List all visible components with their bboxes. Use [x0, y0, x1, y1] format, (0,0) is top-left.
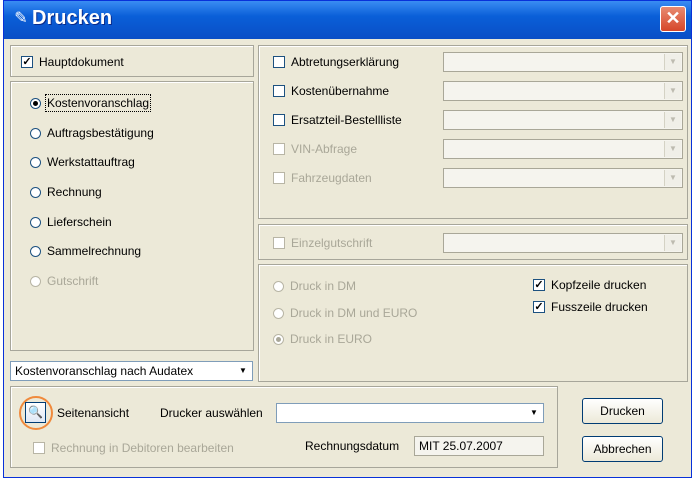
seitenansicht-label: Seitenansicht [57, 406, 130, 420]
hauptdokument-label: Hauptdokument [39, 55, 124, 69]
chevron-down-icon: ▼ [664, 170, 681, 186]
einzelgutschrift-panel: Einzelgutschrift ▼ [258, 224, 688, 260]
check-kopfzeile[interactable]: ✓ Kopfzeile drucken [533, 278, 646, 292]
check-kostenuebernahme[interactable]: Kostenübernahme [273, 84, 389, 98]
rechnungsdatum-label: Rechnungsdatum [305, 439, 400, 453]
check-label: Rechnung in Debitoren bearbeiten [51, 441, 234, 455]
title-bar[interactable]: ✎ Drucken ✕ [4, 1, 691, 39]
radio-druck-euro: Druck in EURO [273, 332, 372, 346]
radio-label: Lieferschein [47, 215, 112, 229]
printer-label: Drucker auswählen [160, 406, 263, 420]
chevron-down-icon[interactable]: ▼ [234, 363, 251, 379]
attachments-panel: Abtretungserklärung ▼ Kostenübernahme ▼ … [258, 45, 688, 219]
check-fahrzeugdaten: Fahrzeugdaten [273, 171, 372, 185]
radio-label: Druck in DM [290, 279, 357, 293]
bottom-panel: 🔍 Seitenansicht Drucker auswählen ▼ Rech… [10, 386, 558, 468]
close-button[interactable]: ✕ [660, 6, 686, 32]
check-icon: ✓ [533, 279, 545, 291]
abbrechen-button[interactable]: Abbrechen [582, 436, 663, 462]
check-label: VIN-Abfrage [291, 142, 358, 156]
check-icon: ✓ [21, 56, 33, 68]
radio-label: Rechnung [47, 185, 102, 199]
radio-label: Druck in EURO [290, 332, 373, 346]
window-title: Drucken [32, 7, 113, 29]
chevron-down-icon: ▼ [664, 235, 681, 251]
radio-label: Werkstattauftrag [47, 155, 135, 169]
radio-label: Auftragsbestätigung [47, 126, 154, 140]
abtretung-combo: ▼ [443, 52, 683, 72]
rechnungsdatum-field[interactable]: MIT 25.07.2007 [414, 436, 544, 456]
magnifier-icon: 🔍 [28, 405, 43, 419]
printer-combo[interactable]: ▼ [276, 403, 544, 423]
check-fusszeile[interactable]: ✓ Fusszeile drucken [533, 300, 648, 314]
printer-title-icon: ✎ [14, 10, 28, 27]
check-abtretungserklaerung[interactable]: Abtretungserklärung [273, 55, 399, 69]
kostenuebernahme-combo: ▼ [443, 81, 683, 101]
preview-button[interactable]: 🔍 [25, 402, 46, 423]
check-label: Einzelgutschrift [291, 236, 373, 250]
hauptdokument-checkbox[interactable]: ✓ Hauptdokument [21, 55, 124, 69]
template-combo-value: Kostenvoranschlag nach Audatex [15, 364, 194, 378]
check-label: Fusszeile drucken [551, 300, 648, 314]
check-debitoren: Rechnung in Debitoren bearbeiten [33, 441, 234, 455]
einzelgutschrift-combo: ▼ [443, 233, 683, 253]
radio-rechnung[interactable]: Rechnung [30, 185, 102, 199]
radio-label: Kostenvoranschlag [44, 94, 152, 112]
check-einzelgutschrift: Einzelgutschrift [273, 236, 372, 250]
document-type-panel: Kostenvoranschlag Auftragsbestätigung We… [10, 81, 254, 351]
check-label: Kostenübernahme [291, 84, 390, 98]
drucken-button-label: Drucken [600, 404, 645, 418]
hauptdokument-panel: ✓ Hauptdokument [10, 45, 254, 77]
chevron-down-icon: ▼ [664, 54, 681, 70]
check-label: Ersatzteil-Bestellliste [291, 113, 402, 127]
print-options-panel: Druck in DM Druck in DM und EURO Druck i… [258, 264, 688, 382]
radio-werkstattauftrag[interactable]: Werkstattauftrag [30, 155, 135, 169]
radio-auftragsbestaetigung[interactable]: Auftragsbestätigung [30, 126, 154, 140]
check-ersatzteil-bestellliste[interactable]: Ersatzteil-Bestellliste [273, 113, 402, 127]
chevron-down-icon: ▼ [664, 141, 681, 157]
radio-sammelrechnung[interactable]: Sammelrechnung [30, 244, 141, 258]
check-label: Kopfzeile drucken [551, 278, 647, 292]
radio-lieferschein[interactable]: Lieferschein [30, 215, 112, 229]
radio-druck-dm: Druck in DM [273, 279, 356, 293]
radio-label: Gutschrift [47, 274, 99, 288]
radio-label: Sammelrechnung [47, 244, 142, 258]
radio-kostenvoranschlag[interactable]: Kostenvoranschlag [30, 94, 152, 112]
check-vin-abfrage: VIN-Abfrage [273, 142, 357, 156]
check-icon: ✓ [533, 301, 545, 313]
ersatzteil-combo: ▼ [443, 110, 683, 130]
chevron-down-icon: ▼ [664, 83, 681, 99]
print-dialog: ✎ Drucken ✕ ✓ Hauptdokument Kostenvorans… [3, 0, 692, 478]
template-combo[interactable]: Kostenvoranschlag nach Audatex ▼ [10, 361, 253, 381]
radio-gutschrift: Gutschrift [30, 274, 98, 288]
fahrzeugdaten-combo: ▼ [443, 168, 683, 188]
chevron-down-icon[interactable]: ▼ [525, 405, 542, 421]
vin-combo: ▼ [443, 139, 683, 159]
chevron-down-icon: ▼ [664, 112, 681, 128]
radio-druck-dm-euro: Druck in DM und EURO [273, 306, 417, 320]
drucken-button[interactable]: Drucken [582, 398, 663, 424]
check-label: Fahrzeugdaten [291, 171, 372, 185]
radio-label: Druck in DM und EURO [290, 306, 418, 320]
check-label: Abtretungserklärung [291, 55, 400, 69]
